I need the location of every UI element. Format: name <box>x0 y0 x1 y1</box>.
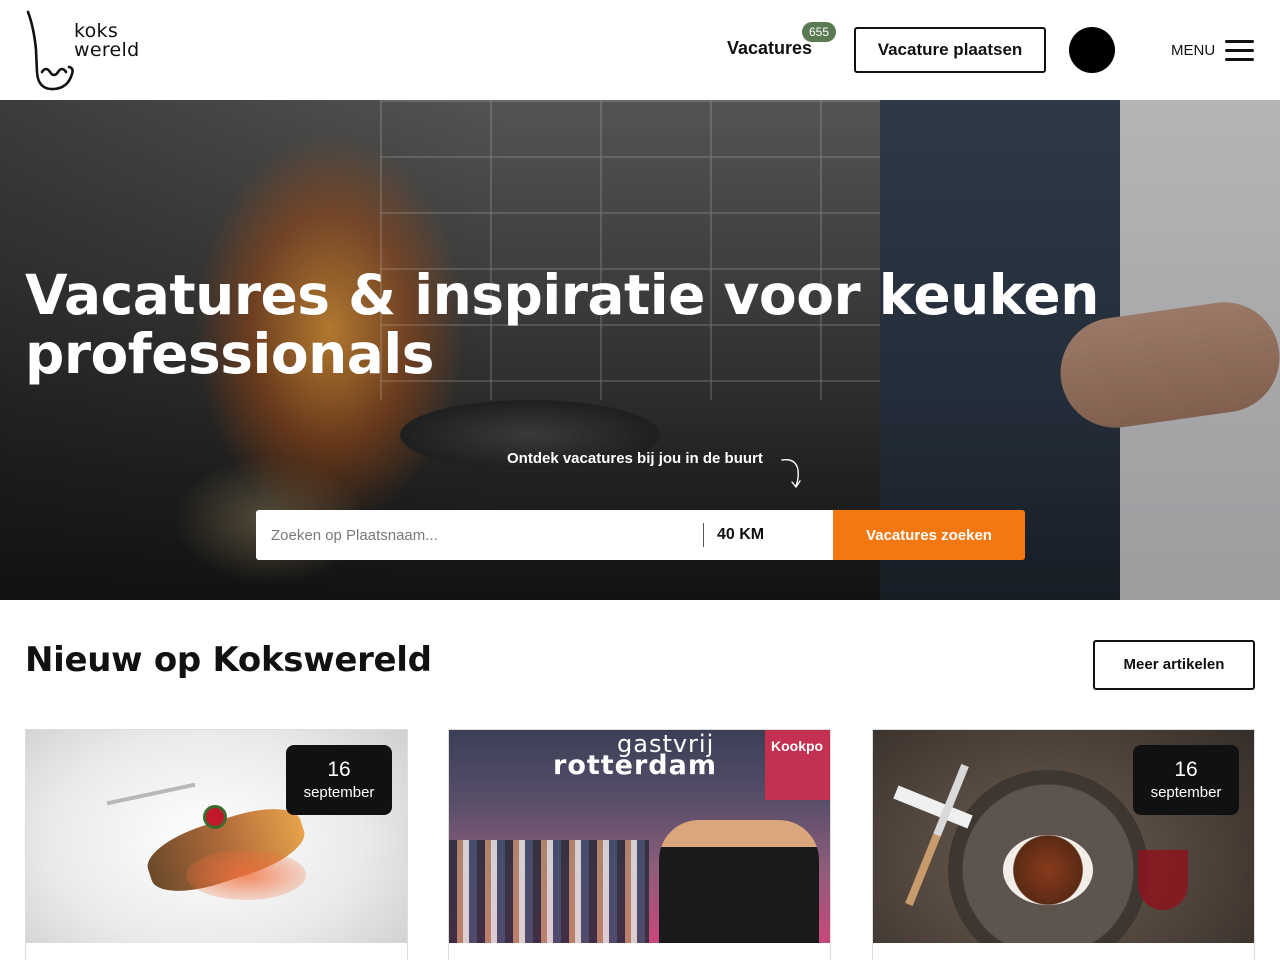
menu-label[interactable]: MENU <box>1171 42 1215 59</box>
hero-subtitle: Ontdek vacatures bij jou in de buurt <box>507 450 763 467</box>
image-sign-text: Kookpo <box>771 738 824 754</box>
post-vacancy-button[interactable]: Vacature plaatsen <box>854 27 1046 73</box>
hero-title: Vacatures & inspiratie voor keuken profe… <box>25 263 1099 386</box>
logo-text-line2: wereld <box>74 39 140 61</box>
article-image[interactable]: 16 september <box>26 730 407 943</box>
article-image[interactable]: 16 september <box>873 730 1254 943</box>
date-day: 16 <box>1174 758 1198 781</box>
date-month: september <box>1150 784 1222 801</box>
date-badge: 16 september <box>1133 745 1239 815</box>
radius-select[interactable]: 40 KM <box>717 526 764 544</box>
date-day: 16 <box>327 758 351 781</box>
hero-section: Vacatures & inspiratie voor keuken profe… <box>0 100 1280 600</box>
search-bar: 40 KM Vacatures zoeken <box>256 510 1025 560</box>
more-articles-button[interactable]: Meer artikelen <box>1093 640 1255 690</box>
article-card[interactable]: 16 september <box>872 729 1255 960</box>
article-card[interactable]: Kookpo gastvrij rotterdam <box>448 729 831 960</box>
avatar[interactable] <box>1069 27 1115 73</box>
nav-vacatures-link[interactable]: Vacatures <box>727 38 812 59</box>
image-text-line2: rotterdam <box>553 750 717 781</box>
news-section-title: Nieuw op Kokswereld <box>25 640 432 680</box>
article-card[interactable]: 16 september <box>25 729 408 960</box>
article-image[interactable]: Kookpo gastvrij rotterdam <box>449 730 830 943</box>
logo[interactable]: koks wereld <box>24 10 139 92</box>
hamburger-menu-icon[interactable] <box>1225 40 1254 62</box>
search-vacancies-button[interactable]: Vacatures zoeken <box>833 510 1025 560</box>
vacatures-count-badge: 655 <box>802 22 836 42</box>
date-month: september <box>303 784 375 801</box>
date-badge: 16 september <box>286 745 392 815</box>
search-divider <box>703 523 704 547</box>
curved-arrow-icon <box>781 459 801 489</box>
site-header: koks wereld Vacatures 655 Vacature plaat… <box>0 0 1280 100</box>
